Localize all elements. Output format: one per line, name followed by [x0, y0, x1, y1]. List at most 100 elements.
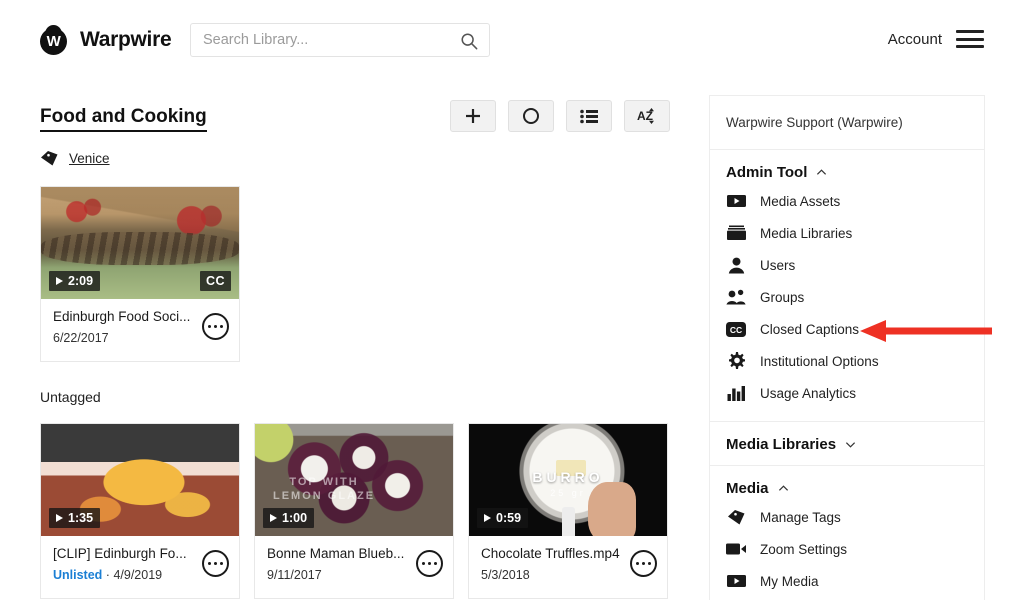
duration-text: 1:00: [282, 511, 308, 525]
brand-logo[interactable]: W Warpwire: [40, 25, 172, 55]
sidebar-item-label: Media Libraries: [760, 225, 853, 241]
page-title: Food and Cooking: [40, 106, 207, 132]
sidebar-account-context[interactable]: Warpwire Support (Warpwire): [710, 96, 984, 150]
sidebar-item-media-libraries[interactable]: Media Libraries: [710, 217, 984, 249]
list-icon: [579, 109, 598, 123]
card-options-button[interactable]: [202, 550, 229, 577]
sidebar-item-groups[interactable]: Groups: [710, 281, 984, 313]
cc-icon: CC: [726, 319, 746, 339]
sort-button[interactable]: AZ: [624, 100, 670, 132]
sidebar-item-closed-captions[interactable]: CC Closed Captions: [710, 313, 984, 345]
account-context-label: Warpwire Support (Warpwire): [726, 115, 903, 130]
media-card[interactable]: BURRO 25 gr 0:59 Chocolate Truffles.mp4 …: [468, 423, 668, 599]
card-body: Bonne Maman Blueb... 9/11/2017: [255, 536, 453, 598]
duration-text: 0:59: [496, 511, 522, 525]
card-title[interactable]: Edinburgh Food Soci...: [53, 309, 227, 324]
card-options-button[interactable]: [416, 550, 443, 577]
card-body: Chocolate Truffles.mp4 5/3/2018: [469, 536, 667, 598]
sidebar-section-media: Media Manage Tags Zoom Settings My Media: [710, 466, 984, 600]
duration-badge: 1:35: [49, 508, 101, 528]
sidebar-section-header-admin-tool[interactable]: Admin Tool: [710, 164, 984, 185]
search-icon[interactable]: [460, 32, 478, 50]
thumbnail-overlay-subtext: 25 gr: [550, 487, 586, 498]
sidebar-section-header-media[interactable]: Media: [710, 480, 984, 501]
sidebar-item-my-media[interactable]: My Media: [710, 565, 984, 597]
chevron-up-icon[interactable]: [778, 483, 789, 494]
search-input[interactable]: [191, 24, 441, 56]
card-meta: Unlisted · 4/9/2019: [53, 568, 227, 582]
untagged-section-label: Untagged: [40, 389, 101, 405]
play-icon: [484, 514, 491, 522]
tag-icon: [726, 507, 746, 527]
brand-name: Warpwire: [80, 28, 172, 51]
card-date: 6/22/2017: [53, 331, 109, 345]
card-title[interactable]: [CLIP] Edinburgh Fo...: [53, 546, 227, 561]
bar-chart-icon: [726, 383, 746, 403]
cc-badge: CC: [199, 271, 231, 291]
sidebar-section-header-media-libraries[interactable]: Media Libraries: [710, 436, 984, 453]
card-thumbnail[interactable]: BURRO 25 gr 0:59: [469, 424, 667, 536]
circle-icon: [523, 108, 539, 124]
sidebar-item-label: Closed Captions: [760, 321, 860, 337]
video-play-icon: [726, 571, 746, 591]
sidebar-item-label: Zoom Settings: [760, 541, 848, 557]
group-icon: [726, 287, 746, 307]
play-icon: [56, 514, 63, 522]
tag-group-header[interactable]: Venice: [40, 150, 110, 167]
chevron-up-icon[interactable]: [816, 167, 827, 178]
account-label[interactable]: Account: [888, 31, 942, 48]
gear-icon: [726, 351, 746, 371]
card-thumbnail[interactable]: TOP WITH LEMON GLAZE 1:00: [255, 424, 453, 536]
sidebar-section-title: Admin Tool: [726, 164, 808, 181]
plus-icon: [466, 109, 480, 123]
card-date: 9/11/2017: [267, 568, 322, 582]
card-title[interactable]: Chocolate Truffles.mp4: [481, 546, 655, 561]
add-button[interactable]: [450, 100, 496, 132]
card-date: 4/9/2019: [113, 568, 163, 582]
sidebar-item-label: Groups: [760, 289, 805, 305]
duration-badge: 2:09: [49, 271, 101, 291]
duration-badge: 0:59: [477, 508, 529, 528]
warpwire-logo-icon: W: [40, 25, 70, 55]
svg-text:CC: CC: [730, 325, 742, 335]
sidebar-item-media-assets[interactable]: Media Assets: [710, 185, 984, 217]
account-area[interactable]: Account: [888, 30, 984, 48]
sidebar-item-label: Users: [760, 257, 796, 273]
list-view-button[interactable]: [566, 100, 612, 132]
duration-text: 1:35: [68, 511, 94, 525]
tag-label[interactable]: Venice: [69, 151, 110, 166]
sidebar-item-institutional-options[interactable]: Institutional Options: [710, 345, 984, 377]
card-options-button[interactable]: [202, 313, 229, 340]
sidebar-item-label: My Media: [760, 573, 819, 589]
media-card[interactable]: 2:09 CC Edinburgh Food Soci... 6/22/2017: [40, 186, 240, 362]
media-card[interactable]: TOP WITH LEMON GLAZE 1:00 Bonne Maman Blu…: [254, 423, 454, 599]
sidebar-item-manage-tags[interactable]: Manage Tags: [710, 501, 984, 533]
app-header: W Warpwire Account: [0, 0, 1024, 80]
library-toolbar: AZ: [450, 100, 670, 132]
media-card[interactable]: 1:35 [CLIP] Edinburgh Fo... Unlisted · 4…: [40, 423, 240, 599]
card-options-button[interactable]: [630, 550, 657, 577]
thumbnail-overlay-text: BURRO: [532, 468, 604, 485]
sidebar-item-label: Manage Tags: [760, 509, 841, 525]
sidebar-section-title: Media Libraries: [726, 436, 837, 453]
sidebar-item-users[interactable]: Users: [710, 249, 984, 281]
sidebar-item-label: Media Assets: [760, 193, 841, 209]
sidebar-section-admin-tool: Admin Tool Media Assets Media Libraries …: [710, 150, 984, 422]
sidebar-item-usage-analytics[interactable]: Usage Analytics: [710, 377, 984, 409]
card-thumbnail[interactable]: 1:35: [41, 424, 239, 536]
sort-az-icon: AZ: [637, 108, 654, 124]
chevron-down-icon[interactable]: [845, 439, 856, 450]
user-icon: [726, 255, 746, 275]
card-title[interactable]: Bonne Maman Blueb...: [267, 546, 441, 561]
play-icon: [270, 514, 277, 522]
right-sidebar: Warpwire Support (Warpwire) Admin Tool M…: [709, 95, 985, 600]
status-badge: Unlisted: [53, 568, 103, 582]
library-stack-icon: [726, 223, 746, 243]
meta-separator: ·: [105, 568, 110, 582]
record-button[interactable]: [508, 100, 554, 132]
search-box[interactable]: [190, 23, 490, 57]
sidebar-item-zoom-settings[interactable]: Zoom Settings: [710, 533, 984, 565]
card-date: 5/3/2018: [481, 568, 530, 582]
hamburger-menu-icon[interactable]: [956, 30, 984, 48]
card-thumbnail[interactable]: 2:09 CC: [41, 187, 239, 299]
